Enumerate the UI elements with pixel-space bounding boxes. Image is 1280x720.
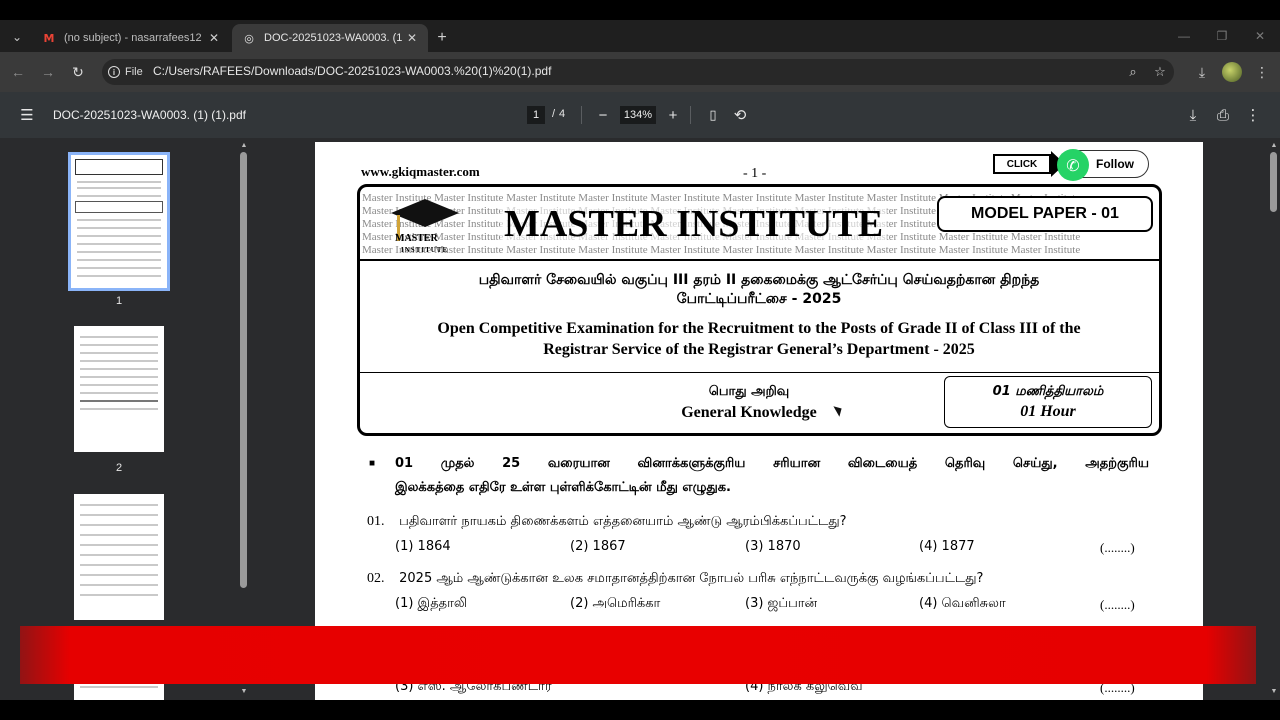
page-marker: - 1 - <box>743 166 767 181</box>
bullet: ■ <box>369 458 376 469</box>
option: (3) 1870 <box>745 539 801 554</box>
tab-title: (no subject) - nasarrafees123@ <box>64 32 202 44</box>
gmail-icon: M <box>43 31 55 45</box>
answer-blank: (........) <box>1100 597 1135 612</box>
page-number-input[interactable]: 1 <box>527 106 545 124</box>
viewer-scroll-thumb[interactable] <box>1270 152 1277 212</box>
rotate-icon[interactable]: ⟲ <box>731 106 749 124</box>
duration-tamil: 01 மணித்தியாலம் <box>992 384 1104 399</box>
answer-blank: (........) <box>1100 540 1135 555</box>
pdf-download-icon[interactable]: ⤓ <box>1184 106 1202 124</box>
page-total: 4 <box>559 108 566 120</box>
new-tab-icon[interactable]: + <box>432 28 452 48</box>
tab-title: DOC-20251023-WA0003. (1) (1) <box>264 32 402 44</box>
fit-page-icon[interactable]: ▯ <box>704 106 722 124</box>
letterbox-bottom <box>0 700 1280 720</box>
website-url: www.gkiqmaster.com <box>361 164 480 179</box>
option: (2) 1867 <box>570 539 626 554</box>
thumbnail-page-3[interactable] <box>74 494 164 620</box>
title-english-2: Registrar Service of the Registrar Gener… <box>543 341 975 358</box>
question: 01. பதிவாளர் நாயகம் திணைக்களம் எத்தனையாம… <box>367 514 847 530</box>
letterbox-top <box>0 0 1280 20</box>
pdf-title: DOC-20251023-WA0003. (1) (1).pdf <box>53 108 246 122</box>
duration-english: 01 Hour <box>1020 403 1076 420</box>
screen: ⌄ M (no subject) - nasarrafees123@ ✕ ◎ D… <box>0 0 1280 720</box>
option: (3) ஜப்பான் <box>745 596 818 611</box>
pdf-more-icon[interactable]: ⋮ <box>1244 106 1262 124</box>
pdf-page: www.gkiqmaster.com - 1 - CLICK Follow ✆ … <box>315 142 1203 702</box>
sidebar-scroll-thumb[interactable] <box>240 152 247 588</box>
scroll-down-icon[interactable]: ▼ <box>238 688 250 698</box>
restore-icon[interactable]: ❐ <box>1208 26 1236 46</box>
downloads-icon[interactable]: ⤓ <box>1192 62 1212 82</box>
divider <box>360 372 1159 373</box>
thumbnail-label: 1 <box>115 295 123 307</box>
title-tamil-1: பதிவாளர் சேவையில் வகுப்பு III தரம் II தக… <box>478 272 1040 288</box>
zoom-out-icon[interactable]: − <box>594 106 612 124</box>
tab-close-icon[interactable]: ✕ <box>206 30 222 46</box>
question-text: பதிவாளர் நாயகம் திணைக்களம் எத்தனையாம் ஆண… <box>399 514 847 529</box>
thumbnail-label: 2 <box>115 462 123 474</box>
site-info-label: File <box>125 66 143 78</box>
tab-search-chevron-icon[interactable]: ⌄ <box>6 26 28 48</box>
thumbnail-page-1[interactable] <box>68 152 170 291</box>
url-text[interactable]: C:/Users/RAFEES/Downloads/DOC-20251023-W… <box>153 64 551 78</box>
scroll-down-icon[interactable]: ▼ <box>1268 688 1280 698</box>
instruction-line-2: இலக்கத்தை எதிரே உள்ள புள்ளிக்கோட்டின் மீ… <box>395 480 731 495</box>
toolbar-divider <box>690 106 691 124</box>
institute-name: MASTER INSTITUTE <box>500 202 888 246</box>
viewer-scrollbar[interactable] <box>1268 138 1280 700</box>
option: (1) 1864 <box>395 539 451 554</box>
tab-gmail[interactable]: M (no subject) - nasarrafees123@ ✕ <box>32 24 230 52</box>
reload-icon[interactable]: ↻ <box>68 62 88 82</box>
divider <box>360 259 1159 261</box>
browser-menu-icon[interactable]: ⋮ <box>1252 62 1272 82</box>
model-paper-badge: MODEL PAPER - 01 <box>937 196 1153 232</box>
question: 02. 2025 ஆம் ஆண்டுக்கான உலக சமாதானத்திற்… <box>367 571 983 587</box>
forward-icon[interactable]: → <box>38 62 58 82</box>
profile-avatar[interactable] <box>1222 62 1242 82</box>
print-icon[interactable]: ⎙ <box>1214 106 1232 124</box>
scroll-up-icon[interactable]: ▲ <box>238 142 250 152</box>
logo-word: MASTER <box>395 233 438 244</box>
info-icon: i <box>108 66 120 78</box>
question-number: 02. <box>367 571 385 586</box>
question-number: 01. <box>367 514 385 529</box>
zoom-icon[interactable]: ⌕ <box>1123 62 1143 82</box>
whatsapp-icon: ✆ <box>1057 149 1089 181</box>
zoom-input[interactable]: 134% <box>620 106 656 124</box>
question-text: 2025 ஆம் ஆண்டுக்கான உலக சமாதானத்திற்கான … <box>399 571 984 586</box>
title-english-1: Open Competitive Examination for the Rec… <box>437 320 1081 337</box>
option: (1) இத்தாலி <box>395 596 468 611</box>
thumbnail-page-2[interactable] <box>74 326 164 452</box>
option: (4) வெனிசுலா <box>919 596 1006 611</box>
title-tamil-2: போட்டிப்பரீட்சை - 2025 <box>676 291 842 307</box>
subject-tamil: பொது அறிவு <box>708 384 790 399</box>
close-window-icon[interactable]: ✕ <box>1246 26 1274 46</box>
option: (4) 1877 <box>919 539 975 554</box>
tab-pdf[interactable]: ◎ DOC-20251023-WA0003. (1) (1) ✕ <box>232 24 428 52</box>
scroll-up-icon[interactable]: ▲ <box>1268 142 1280 152</box>
toolbar-divider <box>581 106 582 124</box>
page-separator: / <box>552 108 556 120</box>
logo-sub: INSTITUTE <box>401 246 449 254</box>
tab-close-icon[interactable]: ✕ <box>404 30 420 46</box>
click-label: CLICK <box>993 154 1051 174</box>
red-banner-overlay <box>20 626 1256 684</box>
sidebar-menu-icon[interactable]: ☰ <box>18 106 36 124</box>
minimize-icon[interactable]: — <box>1170 26 1198 46</box>
globe-icon: ◎ <box>244 32 254 45</box>
instruction-line-1: 01 முதல் 25 வரையான வினாக்களுக்குரிய சரிய… <box>395 456 1149 471</box>
option: (2) அமெரிக்கா <box>570 596 661 611</box>
site-info-chip[interactable]: i File <box>108 63 143 81</box>
bookmark-star-icon[interactable]: ☆ <box>1150 62 1170 82</box>
zoom-in-icon[interactable]: + <box>664 106 682 124</box>
subject-english: General Knowledge <box>681 404 817 421</box>
back-icon[interactable]: ← <box>8 62 28 82</box>
